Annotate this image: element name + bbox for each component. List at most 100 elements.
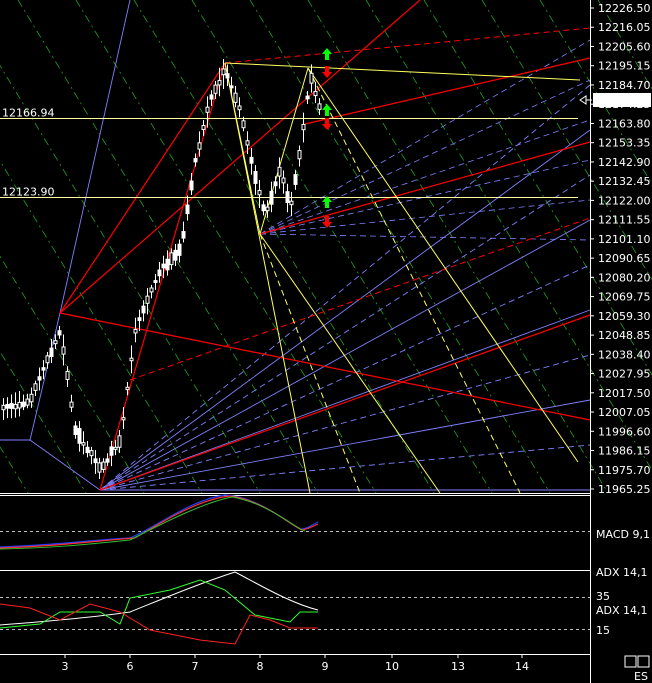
candle-body xyxy=(25,398,30,406)
y-tick-label: 12132.45 xyxy=(598,175,651,188)
x-tick-label: 7 xyxy=(192,660,199,673)
candle-body xyxy=(289,200,294,206)
y-tick-label: 11975.70 xyxy=(598,464,651,477)
blue-fan-line xyxy=(99,354,591,491)
candle-body xyxy=(65,370,70,380)
candle-body xyxy=(9,402,14,409)
green-fan-line xyxy=(0,64,261,494)
candle-body xyxy=(165,258,170,271)
macd-line-green xyxy=(0,496,306,550)
blue-fan-line xyxy=(99,444,591,491)
candle-body xyxy=(97,462,102,473)
yellow-fan-line xyxy=(224,62,261,235)
symbol-label: ES xyxy=(634,670,648,683)
yellow-fan-line xyxy=(224,62,581,81)
candle-body xyxy=(53,340,58,345)
candle-body xyxy=(117,435,122,448)
candle-body xyxy=(153,280,158,284)
candle-body xyxy=(85,446,90,454)
green-fan-line xyxy=(481,0,652,281)
y-tick-label: 12163.80 xyxy=(598,117,651,130)
last-price-pointer-icon xyxy=(579,95,587,105)
footer-button-2[interactable] xyxy=(637,655,650,668)
blue-fan-line xyxy=(59,0,131,314)
y-tick-label: 12007.05 xyxy=(598,406,651,419)
candle-body xyxy=(253,171,258,184)
blue-fan-line xyxy=(99,309,591,491)
candle-body xyxy=(125,386,130,391)
footer-button-1[interactable] xyxy=(624,655,637,668)
green-fan-line xyxy=(0,446,29,494)
candle-body xyxy=(177,243,182,256)
candle-body xyxy=(105,458,110,463)
candle-body xyxy=(293,174,298,185)
candle-body xyxy=(109,446,114,456)
candle-body xyxy=(49,347,54,357)
y-tick-label: 11996.60 xyxy=(598,425,651,438)
green-fan-line xyxy=(539,0,652,185)
candle-body xyxy=(1,404,6,411)
adx-label: 15 xyxy=(596,624,610,637)
macd-label: MACD 9,1 xyxy=(596,528,650,541)
candle-body xyxy=(57,330,62,336)
candle-body xyxy=(93,458,98,464)
y-tick-label: 12027.95 xyxy=(598,368,651,381)
candle-body xyxy=(213,84,218,94)
candle-body xyxy=(217,79,222,86)
candle-body xyxy=(181,231,186,239)
price-chart-canvas[interactable]: 12166.94 12123.90 12226.50 12216.05 12205.60… xyxy=(0,0,652,683)
y-tick-label: 12142.90 xyxy=(598,156,651,169)
blue-fan-line xyxy=(259,79,591,235)
candle-body xyxy=(161,263,166,269)
candle-body xyxy=(237,105,242,111)
y-tick-label: 12048.85 xyxy=(598,329,651,342)
blue-fan-line xyxy=(29,312,61,441)
candle-body xyxy=(305,95,310,100)
y-tick-label: 12069.75 xyxy=(598,291,651,304)
y-tick-label: 12017.50 xyxy=(598,387,651,400)
candle-body xyxy=(257,190,262,196)
candle-body xyxy=(241,120,246,129)
blue-fan-line xyxy=(99,264,591,491)
adx-line-white xyxy=(0,571,319,626)
arrow-up-icon xyxy=(322,48,332,60)
candle-body xyxy=(201,124,206,131)
adx-label: 35 xyxy=(596,590,610,603)
candle-body xyxy=(5,403,10,409)
macd-line-red xyxy=(0,495,319,549)
candle-body xyxy=(81,442,86,446)
candle-body xyxy=(189,180,194,191)
candle-body xyxy=(157,269,162,277)
level-label: 12166.94 xyxy=(2,107,55,120)
last-price-label: 12176.54 xyxy=(596,94,649,107)
y-tick-label: 11986.15 xyxy=(598,445,651,458)
macd-line-blue xyxy=(0,494,319,548)
candle-body xyxy=(261,204,266,212)
x-tick-label: 9 xyxy=(322,660,329,673)
y-tick-label: 12216.05 xyxy=(598,21,651,34)
level-label: 12123.90 xyxy=(2,186,55,199)
candle-body xyxy=(41,367,46,371)
candle-body xyxy=(169,252,174,266)
adx-label: ADX 14,1 xyxy=(596,604,648,617)
candle-body xyxy=(301,123,306,131)
red-fan-line xyxy=(59,0,421,314)
candle-body xyxy=(277,166,282,177)
candle-body xyxy=(17,401,22,409)
adx-line-red xyxy=(0,603,318,645)
candle-body xyxy=(317,103,322,110)
candle-body xyxy=(313,91,318,97)
blue-fan-line xyxy=(99,399,591,491)
candle-body xyxy=(101,461,106,470)
y-tick-label: 12226.50 xyxy=(598,2,651,15)
candle-body xyxy=(145,295,150,304)
red-fan-line xyxy=(99,62,226,491)
chart-window: 12166.94 12123.90 12226.50 12216.05 12205.60… xyxy=(0,0,652,683)
x-tick-label: 10 xyxy=(385,660,399,673)
candle-body xyxy=(273,181,278,187)
candle-body xyxy=(185,204,190,215)
red-fan-line xyxy=(99,314,591,491)
y-tick-label: 12080.20 xyxy=(598,271,651,284)
red-fan-line xyxy=(224,27,591,64)
candle-body xyxy=(245,140,250,146)
